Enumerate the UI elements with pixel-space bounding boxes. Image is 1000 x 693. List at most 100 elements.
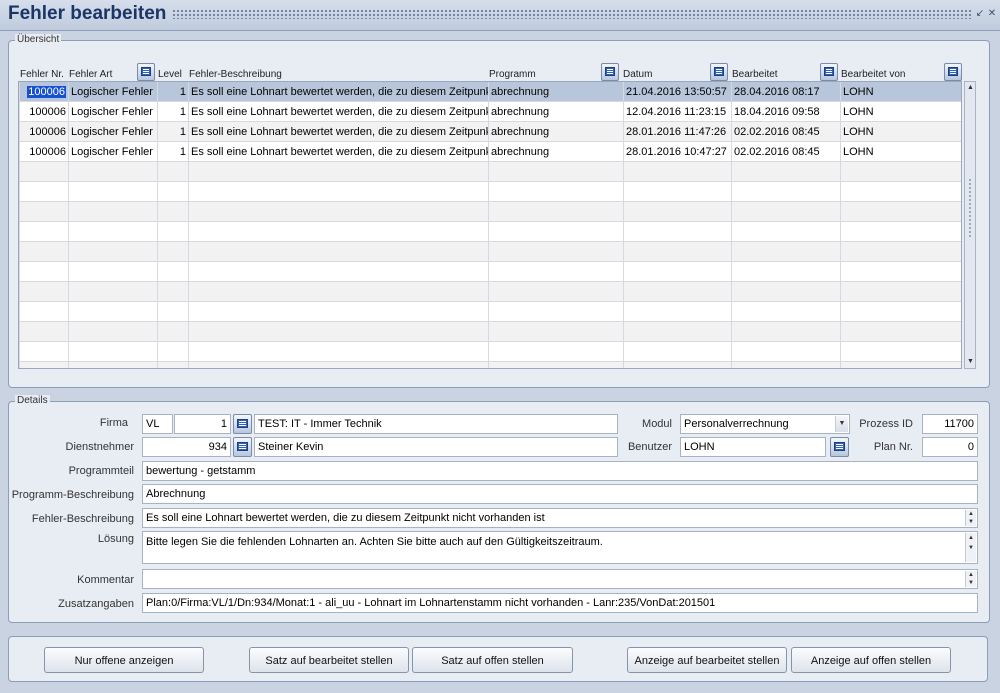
cell-fehler-beschreibung[interactable]: Es soll eine Lohnart bewertet werden, di…	[188, 122, 488, 142]
empty-cell[interactable]	[68, 302, 157, 322]
empty-table-row[interactable]	[19, 202, 961, 222]
cell-bearbeitet[interactable]: 18.04.2016 09:58	[731, 102, 840, 122]
empty-cell[interactable]	[731, 162, 840, 182]
kommentar-scroll-icon[interactable]: ▲ ▼	[965, 571, 976, 587]
empty-cell[interactable]	[731, 242, 840, 262]
anzeige-bearbeitet-button[interactable]: Anzeige auf bearbeitet stellen	[627, 647, 787, 673]
col-header-programm[interactable]: Programm	[489, 69, 536, 80]
empty-cell[interactable]	[19, 182, 68, 202]
empty-cell[interactable]	[157, 362, 188, 368]
empty-cell[interactable]	[840, 162, 961, 182]
prozess-id-field[interactable]: 11700	[922, 414, 978, 434]
titlebar-grip[interactable]	[172, 9, 972, 19]
empty-cell[interactable]	[68, 162, 157, 182]
cell-fehler-nr-selected[interactable]: 100006	[27, 86, 66, 98]
bearbeitet-von-lookup-icon[interactable]	[944, 63, 962, 81]
empty-cell[interactable]	[488, 282, 623, 302]
empty-cell[interactable]	[157, 242, 188, 262]
col-header-datum[interactable]: Datum	[623, 69, 652, 80]
empty-cell[interactable]	[157, 162, 188, 182]
cell-fehler-art[interactable]: Logischer Fehler	[68, 82, 157, 102]
empty-cell[interactable]	[731, 322, 840, 342]
table-row[interactable]: 100006 Logischer Fehler 1 Es soll eine L…	[19, 102, 961, 122]
datum-lookup-icon[interactable]	[710, 63, 728, 81]
error-grid[interactable]: 100006 Logischer Fehler 1 Es soll eine L…	[18, 81, 962, 369]
table-row[interactable]: 100006 Logischer Fehler 1 Es soll eine L…	[19, 122, 961, 142]
empty-cell[interactable]	[488, 302, 623, 322]
cell-fehler-art[interactable]: Logischer Fehler	[68, 102, 157, 122]
empty-cell[interactable]	[840, 362, 961, 368]
firma-name-field[interactable]: TEST: IT - Immer Technik	[254, 414, 618, 434]
cell-fehler-nr[interactable]: 100006	[19, 82, 68, 102]
dienstnehmer-lookup-icon[interactable]	[233, 437, 252, 457]
empty-cell[interactable]	[157, 222, 188, 242]
empty-cell[interactable]	[188, 162, 488, 182]
empty-cell[interactable]	[68, 362, 157, 368]
dienstnehmer-name-field[interactable]: Steiner Kevin	[254, 437, 618, 457]
empty-cell[interactable]	[731, 262, 840, 282]
empty-cell[interactable]	[488, 322, 623, 342]
empty-cell[interactable]	[840, 342, 961, 362]
empty-cell[interactable]	[731, 282, 840, 302]
col-header-level[interactable]: Level	[158, 69, 182, 80]
col-header-bearbeitet[interactable]: Bearbeitet	[732, 69, 778, 80]
empty-cell[interactable]	[188, 362, 488, 368]
modul-select[interactable]: Personalverrechnung ▼	[680, 414, 850, 434]
empty-cell[interactable]	[157, 262, 188, 282]
empty-cell[interactable]	[157, 182, 188, 202]
empty-cell[interactable]	[19, 322, 68, 342]
empty-cell[interactable]	[19, 362, 68, 368]
fehler-beschreibung-field[interactable]: Es soll eine Lohnart bewertet werden, di…	[142, 508, 978, 528]
empty-table-row[interactable]	[19, 222, 961, 242]
firma-nr-field[interactable]: 1	[174, 414, 231, 434]
empty-cell[interactable]	[731, 202, 840, 222]
empty-cell[interactable]	[68, 222, 157, 242]
cell-fehler-nr[interactable]: 100006	[19, 102, 68, 122]
cell-programm[interactable]: abrechnung	[488, 82, 623, 102]
empty-table-row[interactable]	[19, 342, 961, 362]
bearbeitet-lookup-icon[interactable]	[820, 63, 838, 81]
plan-nr-field[interactable]: 0	[922, 437, 978, 457]
empty-cell[interactable]	[19, 302, 68, 322]
firma-lookup-icon[interactable]	[233, 414, 252, 434]
empty-cell[interactable]	[623, 262, 731, 282]
satz-bearbeitet-button[interactable]: Satz auf bearbeitet stellen	[249, 647, 409, 673]
empty-table-row[interactable]	[19, 162, 961, 182]
cell-programm[interactable]: abrechnung	[488, 122, 623, 142]
empty-cell[interactable]	[488, 242, 623, 262]
empty-cell[interactable]	[623, 222, 731, 242]
empty-cell[interactable]	[840, 302, 961, 322]
cell-bearbeitet-von[interactable]: LOHN	[840, 102, 961, 122]
empty-cell[interactable]	[157, 342, 188, 362]
nur-offene-anzeigen-button[interactable]: Nur offene anzeigen	[44, 647, 204, 673]
empty-cell[interactable]	[488, 342, 623, 362]
empty-cell[interactable]	[19, 262, 68, 282]
empty-table-row[interactable]	[19, 282, 961, 302]
empty-cell[interactable]	[188, 322, 488, 342]
cell-programm[interactable]: abrechnung	[488, 102, 623, 122]
programmteil-field[interactable]: bewertung - getstamm	[142, 461, 978, 481]
empty-cell[interactable]	[19, 222, 68, 242]
cell-fehler-art[interactable]: Logischer Fehler	[68, 142, 157, 162]
anzeige-offen-button[interactable]: Anzeige auf offen stellen	[791, 647, 951, 673]
empty-cell[interactable]	[188, 342, 488, 362]
col-header-fehler-art[interactable]: Fehler Art	[69, 69, 112, 80]
empty-table-row[interactable]	[19, 302, 961, 322]
cell-level[interactable]: 1	[157, 142, 188, 162]
empty-table-row[interactable]	[19, 242, 961, 262]
loesung-scroll-icon[interactable]: ▲ ▼	[965, 533, 976, 562]
empty-cell[interactable]	[68, 202, 157, 222]
scroll-up-icon[interactable]: ▲	[966, 83, 975, 93]
col-header-fehler-beschreibung[interactable]: Fehler-Beschreibung	[189, 69, 282, 80]
empty-cell[interactable]	[488, 262, 623, 282]
empty-cell[interactable]	[623, 282, 731, 302]
empty-cell[interactable]	[157, 322, 188, 342]
empty-cell[interactable]	[840, 282, 961, 302]
empty-cell[interactable]	[623, 162, 731, 182]
cell-bearbeitet[interactable]: 28.04.2016 08:17	[731, 82, 840, 102]
empty-cell[interactable]	[68, 322, 157, 342]
cell-bearbeitet[interactable]: 02.02.2016 08:45	[731, 142, 840, 162]
empty-cell[interactable]	[840, 242, 961, 262]
empty-table-row[interactable]	[19, 322, 961, 342]
empty-cell[interactable]	[840, 202, 961, 222]
